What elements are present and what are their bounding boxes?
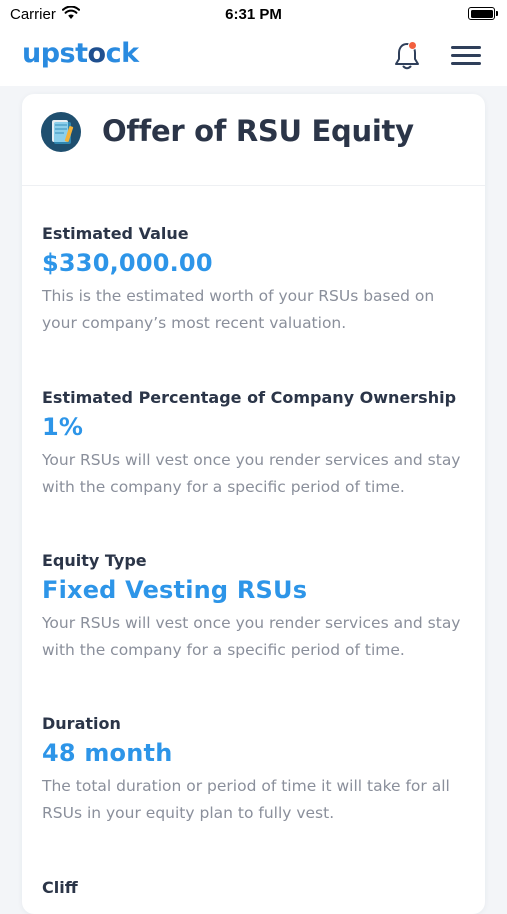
rsu-offer-card: Offer of RSU Equity Estimated Value $330… bbox=[22, 94, 485, 914]
section-value: 48 month bbox=[42, 739, 173, 767]
section-label: Estimated Value bbox=[42, 224, 189, 243]
status-bar: Carrier 6:31 PM bbox=[0, 0, 507, 28]
notification-dot bbox=[408, 41, 417, 50]
hamburger-menu-icon[interactable] bbox=[451, 46, 481, 68]
app-bar: upstock bbox=[0, 28, 507, 86]
section-description: Your RSUs will vest once you render serv… bbox=[42, 451, 461, 496]
section-label: Equity Type bbox=[42, 551, 147, 570]
logo-text-accent: o bbox=[87, 38, 107, 69]
card-header: Offer of RSU Equity bbox=[22, 94, 485, 186]
section-label: Estimated Percentage of Company Ownershi… bbox=[42, 388, 457, 407]
section-label: Duration bbox=[42, 714, 121, 733]
section-description: This is the estimated worth of your RSUs… bbox=[42, 287, 435, 332]
bell-icon[interactable] bbox=[391, 40, 423, 72]
section-value: 1% bbox=[42, 413, 84, 441]
logo-text-prefix: upst bbox=[22, 38, 88, 69]
section-description: Your RSUs will vest once you render serv… bbox=[42, 614, 461, 659]
document-icon bbox=[41, 112, 81, 152]
duration-section: Duration 48 month The total duration or … bbox=[42, 714, 472, 827]
estimated-value-section: Estimated Value $330,000.00 This is the … bbox=[42, 224, 472, 337]
section-label: Cliff bbox=[42, 878, 78, 897]
upstock-logo[interactable]: upstock bbox=[22, 38, 139, 69]
cliff-section: Cliff bbox=[42, 878, 472, 897]
logo-text-suffix: ck bbox=[105, 38, 139, 69]
page-title: Offer of RSU Equity bbox=[102, 114, 414, 148]
section-value: $330,000.00 bbox=[42, 249, 213, 277]
section-value: Fixed Vesting RSUs bbox=[42, 576, 308, 604]
section-description: The total duration or period of time it … bbox=[42, 777, 450, 822]
ownership-percentage-section: Estimated Percentage of Company Ownershi… bbox=[42, 388, 472, 501]
clock: 6:31 PM bbox=[225, 6, 282, 23]
battery-icon bbox=[468, 7, 498, 20]
equity-type-section: Equity Type Fixed Vesting RSUs Your RSUs… bbox=[42, 551, 472, 664]
